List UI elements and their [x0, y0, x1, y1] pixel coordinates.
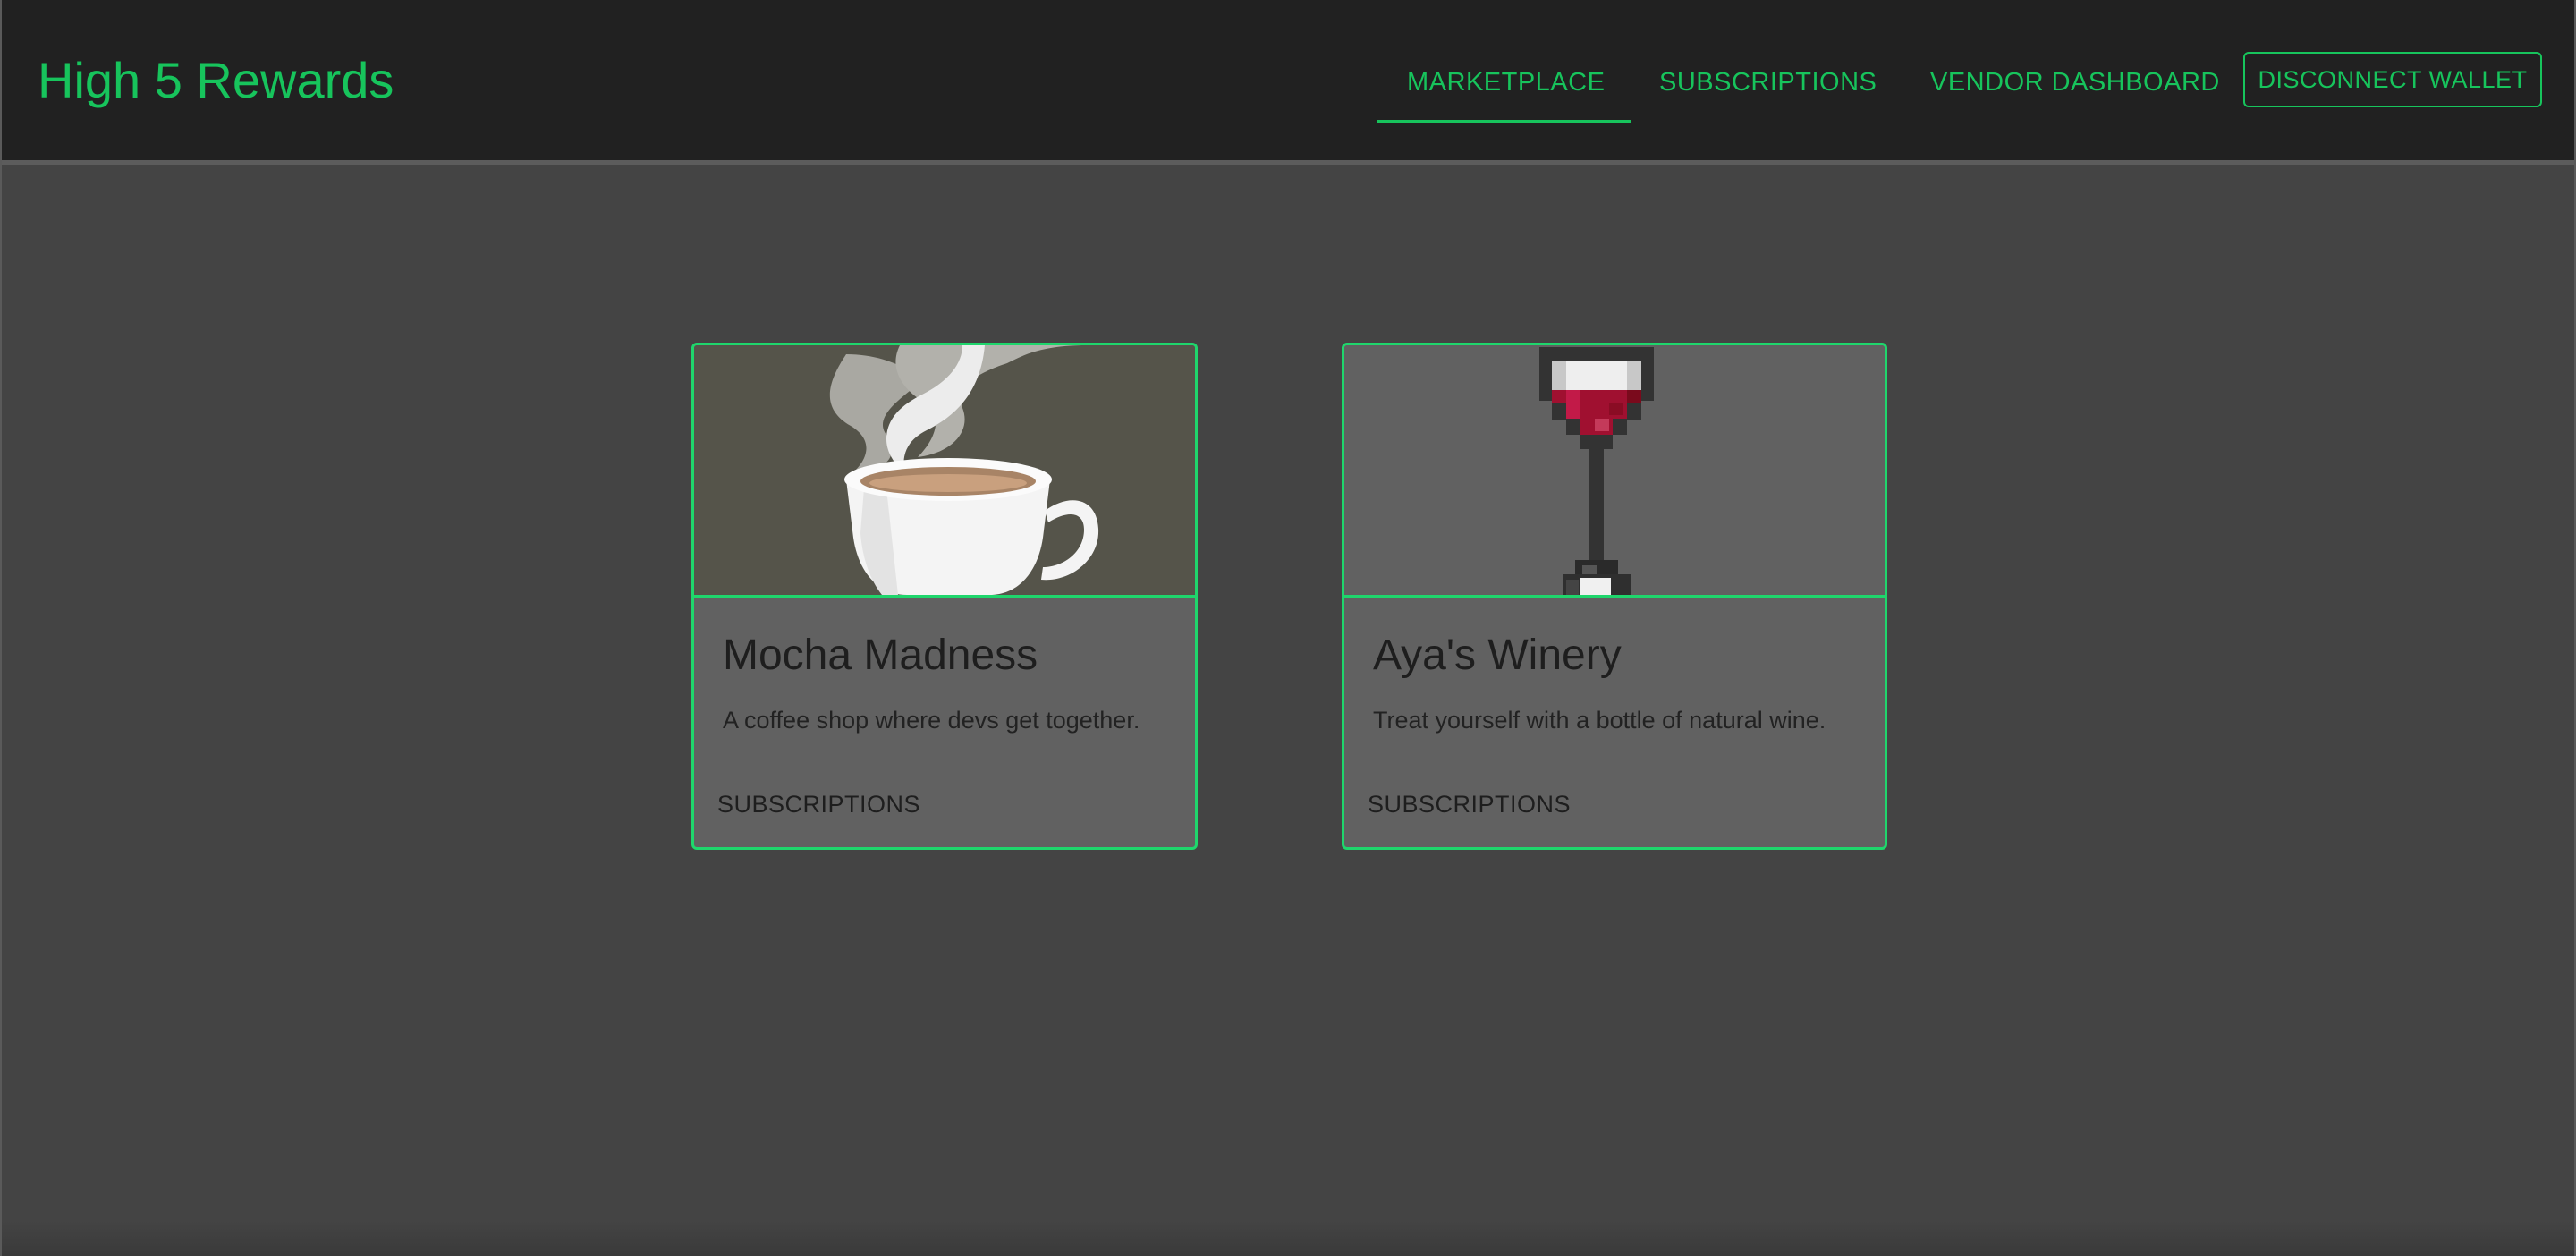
card-image[interactable]: [1344, 345, 1885, 598]
vendor-card-mocha-madness[interactable]: Mocha Madness A coffee shop where devs g…: [691, 343, 1198, 850]
card-title: Aya's Winery: [1373, 632, 1622, 679]
card-description: A coffee shop where devs get together.: [723, 707, 1140, 734]
coffee-cup-icon: [829, 345, 1099, 595]
app-title[interactable]: High 5 Rewards: [38, 50, 394, 111]
bottom-shadow: [2, 1220, 2574, 1256]
wine-glass-icon: [1539, 347, 1654, 595]
nav-subscriptions[interactable]: SUBSCRIPTIONS: [1659, 66, 1877, 98]
card-title: Mocha Madness: [723, 632, 1038, 679]
nav-marketplace[interactable]: MARKETPLACE: [1407, 66, 1605, 98]
app-bar: High 5 Rewards MARKETPLACE SUBSCRIPTIONS…: [2, 0, 2574, 165]
active-tab-indicator: [1377, 120, 1631, 123]
nav-vendor-dashboard[interactable]: VENDOR DASHBOARD: [1930, 66, 2220, 98]
disconnect-wallet-button[interactable]: DISCONNECT WALLET: [2243, 52, 2542, 107]
card-subscriptions-button[interactable]: SUBSCRIPTIONS: [717, 789, 920, 819]
card-image[interactable]: [694, 345, 1195, 598]
vendor-card-ayas-winery[interactable]: Aya's Winery Treat yourself with a bottl…: [1342, 343, 1887, 850]
card-description: Treat yourself with a bottle of natural …: [1373, 707, 1826, 734]
card-subscriptions-button[interactable]: SUBSCRIPTIONS: [1368, 789, 1571, 819]
app-window: High 5 Rewards MARKETPLACE SUBSCRIPTIONS…: [0, 0, 2576, 1256]
